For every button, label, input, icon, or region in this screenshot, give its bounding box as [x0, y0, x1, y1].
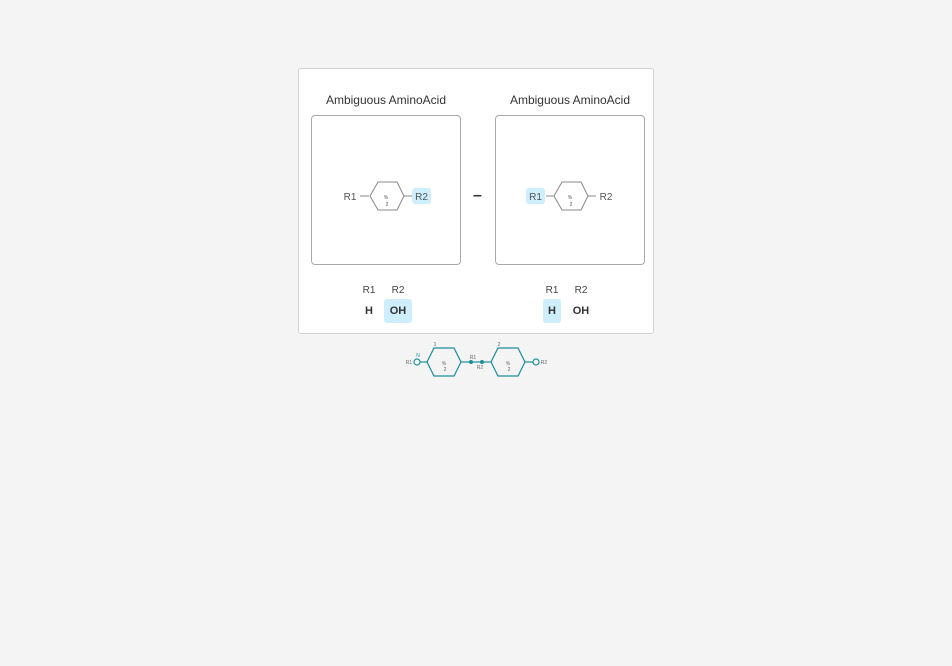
monomer-1-ring-bottom-label: 2	[444, 367, 447, 373]
left-cap-value-r2[interactable]: OH	[384, 299, 412, 323]
connection-separator: –	[473, 187, 482, 204]
left-monomer-title: Ambiguous AminoAcid	[325, 93, 447, 107]
link-r1-label: R1	[470, 355, 477, 361]
right-cap-head-r2: R2	[574, 285, 588, 296]
monomer-2-ring-bottom-label: 2	[508, 367, 511, 373]
monomer-connection-dialog: Ambiguous AminoAcid R1 R2 % 2 R1 R2 H OH…	[298, 68, 654, 334]
right-r2-label: R2	[600, 192, 613, 203]
link-r2-label: R2	[477, 365, 484, 371]
right-cap-value-r2[interactable]: OH	[567, 299, 595, 323]
monomer-chain-preview[interactable]: N R1 1 2 R1 R2 R2 % 2 % 2	[400, 340, 560, 389]
left-ring-label-bottom: 2	[386, 202, 389, 208]
right-cap-head-r1: R1	[545, 285, 559, 296]
chain-right-cap-label: R2	[541, 360, 548, 366]
left-cap-head-r2: R2	[391, 285, 405, 296]
monomer-2-index: 2	[498, 342, 501, 348]
left-monomer-structure[interactable]: R1 R2 % 2	[311, 115, 461, 265]
n-terminus-label: N	[416, 353, 420, 359]
right-r1-label[interactable]: R1	[529, 192, 542, 203]
left-cap-head-r1: R1	[362, 285, 376, 296]
right-monomer-title: Ambiguous AminoAcid	[509, 93, 631, 107]
right-cap-node	[532, 358, 540, 366]
right-monomer-structure[interactable]: R1 R2 % 2	[495, 115, 645, 265]
chain-left-cap-label: R1	[406, 360, 413, 366]
left-ring-label-top: %	[384, 195, 389, 201]
right-ring-label-top: %	[568, 195, 573, 201]
left-r1-label: R1	[344, 192, 357, 203]
left-r2-label[interactable]: R2	[415, 192, 428, 203]
left-cap-node	[413, 358, 421, 366]
left-cap-value-r1[interactable]: H	[355, 299, 383, 323]
link-node-2	[480, 360, 484, 364]
right-cap-value-r1[interactable]: H	[543, 299, 561, 323]
right-ring-label-bottom: 2	[570, 202, 573, 208]
monomer-1-index: 1	[434, 342, 437, 348]
